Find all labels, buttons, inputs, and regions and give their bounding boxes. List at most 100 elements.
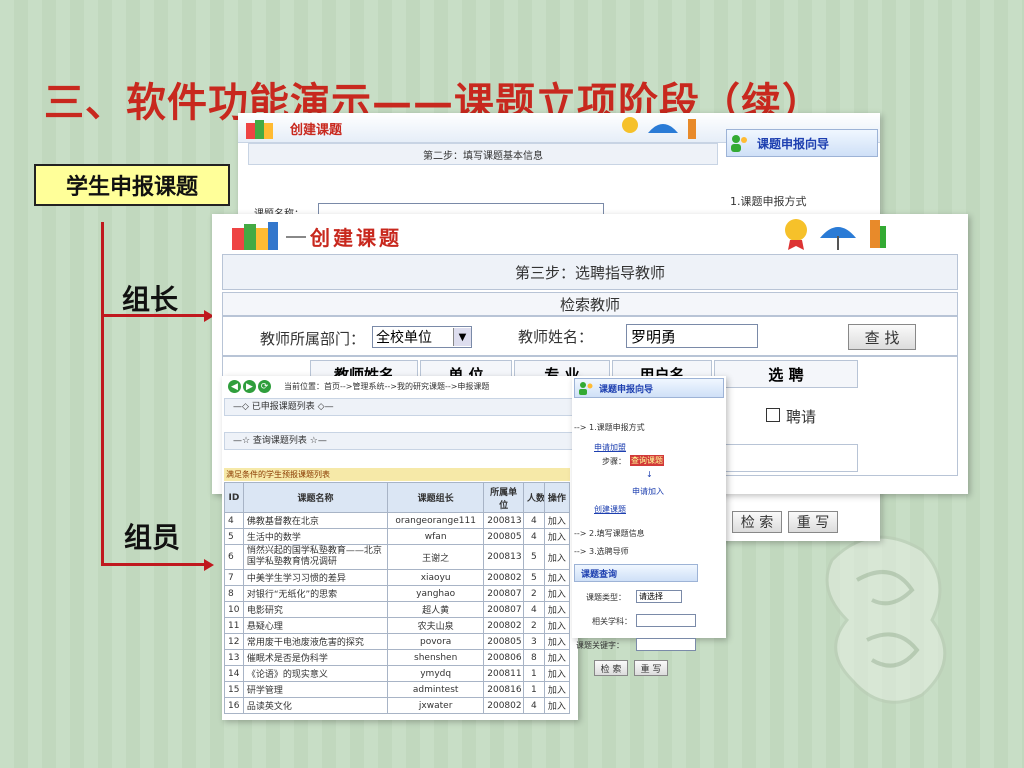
- join-link[interactable]: 加入: [543, 617, 571, 634]
- hire-label: 聘请: [786, 408, 817, 426]
- wizard-reset-button[interactable]: 重 写: [634, 660, 668, 676]
- table-row: 11 悬疑心理 农夫山泉 200802 2 加入: [224, 617, 571, 634]
- apply-join-link[interactable]: 申请加盟: [594, 442, 626, 453]
- table-cell: 3: [522, 633, 545, 650]
- type-select[interactable]: 请选择: [636, 590, 682, 603]
- join-link[interactable]: 加入: [543, 585, 571, 602]
- wizard-search-button[interactable]: 检 索: [594, 660, 628, 676]
- query-topic-step[interactable]: 查询课题: [630, 455, 664, 466]
- step2-search-button[interactable]: 检 索: [732, 511, 782, 533]
- member-connector: [101, 563, 205, 566]
- table-row: 14 《论语》的现实意义 ymydq 200811 1 加入: [224, 665, 571, 682]
- table-cell: 11: [224, 617, 244, 634]
- find-button[interactable]: 查 找: [848, 324, 916, 350]
- create-topic-link[interactable]: 创建课题: [594, 504, 626, 515]
- table-cell: 200802: [483, 697, 524, 714]
- department-label: 教师所属部门：: [260, 330, 366, 348]
- subject-input[interactable]: [636, 614, 696, 627]
- col-count: 人数: [522, 482, 545, 513]
- topic-list-window: ◀ ▶ ⟳ 当前位置：首页-->管理系统-->我的研究课题-->申报课题 —◇ …: [222, 376, 578, 720]
- table-cell: orangeorange111: [387, 512, 485, 529]
- table-row: 16 品读英文化 jxwater 200802 4 加入: [224, 697, 571, 714]
- wizard-step3[interactable]: --> 3.选聘导师: [574, 546, 629, 557]
- forward-icon[interactable]: ▶: [243, 380, 256, 393]
- table-cell: 10: [224, 601, 244, 618]
- table-cell: 200816: [483, 681, 524, 698]
- users-icon: [579, 382, 593, 395]
- table-cell: 200813: [483, 512, 524, 529]
- users-icon: [728, 132, 750, 154]
- table-cell: 8: [522, 649, 545, 666]
- table-cell: wfan: [387, 528, 485, 545]
- join-link[interactable]: 加入: [543, 697, 571, 714]
- col-leader: 课题组长: [387, 482, 485, 513]
- hire-checkbox[interactable]: [766, 408, 780, 422]
- table-cell: 4: [522, 697, 545, 714]
- keyword-input[interactable]: [636, 638, 696, 651]
- table-cell: 5: [522, 544, 545, 570]
- wizard-step1[interactable]: --> 1.课题申报方式: [574, 422, 645, 433]
- table-cell: 200802: [483, 569, 524, 586]
- apply-join-step[interactable]: 申请加入: [632, 486, 664, 497]
- books-icon: [232, 222, 278, 250]
- table-cell: 研学管理: [242, 681, 389, 698]
- join-link[interactable]: 加入: [543, 528, 571, 545]
- table-cell: 14: [224, 665, 244, 682]
- department-select[interactable]: 全校单位 ▼: [372, 326, 472, 348]
- refresh-icon[interactable]: ⟳: [258, 380, 271, 393]
- table-cell: 7: [224, 569, 244, 586]
- join-link[interactable]: 加入: [543, 544, 571, 570]
- table-row: 15 研学管理 admintest 200816 1 加入: [224, 681, 571, 698]
- table-footer-cell: [714, 444, 858, 472]
- query-header: 课题查询: [574, 564, 698, 582]
- wizard-step2[interactable]: --> 2.填写课题信息: [574, 528, 645, 539]
- table-row: 8 对银行“无纸化”的思索 yanghao 200807 2 加入: [224, 585, 571, 602]
- student-apply-topic-box: 学生申报课题: [34, 164, 230, 206]
- table-cell: 4: [522, 528, 545, 545]
- back-icon[interactable]: ◀: [228, 380, 241, 393]
- table-cell: 2: [522, 585, 545, 602]
- join-link[interactable]: 加入: [543, 569, 571, 586]
- table-row: 6 悄然兴起的国学私塾教育——北京国学私塾教育情况调研 王谢之 200813 5 加入: [224, 544, 571, 570]
- table-cell: admintest: [387, 681, 485, 698]
- role-connector-vertical: [101, 222, 104, 566]
- sidebar-step1[interactable]: 1.课题申报方式: [730, 193, 807, 209]
- table-cell: 200813: [483, 544, 524, 570]
- table-cell: 13: [224, 649, 244, 666]
- table-cell: 1: [522, 665, 545, 682]
- join-link[interactable]: 加入: [543, 665, 571, 682]
- table-cell: 《论语》的现实意义: [242, 665, 389, 682]
- table-cell: 12: [224, 633, 244, 650]
- table-header-row: ID 课题名称 课题组长 所属单位 人数 操作: [224, 482, 571, 513]
- join-link[interactable]: 加入: [543, 681, 571, 698]
- table-cell: 200811: [483, 665, 524, 682]
- join-link[interactable]: 加入: [543, 649, 571, 666]
- table-cell: 常用废干电池废液危害的探究: [242, 633, 389, 650]
- table-cell: 200802: [483, 617, 524, 634]
- table-cell: xiaoyu: [387, 569, 485, 586]
- table-cell: 16: [224, 697, 244, 714]
- step2-reset-button[interactable]: 重 写: [788, 511, 838, 533]
- join-link[interactable]: 加入: [543, 512, 571, 529]
- table-row: 7 中美学生学习习惯的差异 xiaoyu 200802 5 加入: [224, 569, 571, 586]
- table-cell: 王谢之: [387, 544, 485, 570]
- table-cell: povora: [387, 633, 485, 650]
- table-cell: 200806: [483, 649, 524, 666]
- table-cell: 5: [522, 569, 545, 586]
- member-label: 组员: [124, 521, 181, 554]
- award-icons: [622, 117, 696, 139]
- table-row: 4 佛教基督教在北京 orangeorange111 200813 4 加入: [224, 512, 571, 529]
- join-link[interactable]: 加入: [543, 601, 571, 618]
- step2-title: 第二步：填写课题基本信息: [248, 143, 718, 165]
- table-cell: 4: [522, 601, 545, 618]
- query-topics-header: —☆ 查询课题列表 ☆—: [224, 432, 576, 450]
- table-cell: 悬疑心理: [242, 617, 389, 634]
- table-cell: 电影研究: [242, 601, 389, 618]
- breadcrumb: 当前位置：首页-->管理系统-->我的研究课题-->申报课题: [284, 382, 490, 391]
- step2-header: 创建课题: [290, 123, 343, 138]
- books-icon: [246, 120, 273, 139]
- teacher-name-input[interactable]: 罗明勇: [626, 324, 758, 348]
- chevron-down-icon[interactable]: ▼: [453, 328, 471, 346]
- step3-header: 创建课题: [310, 226, 402, 250]
- join-link[interactable]: 加入: [543, 633, 571, 650]
